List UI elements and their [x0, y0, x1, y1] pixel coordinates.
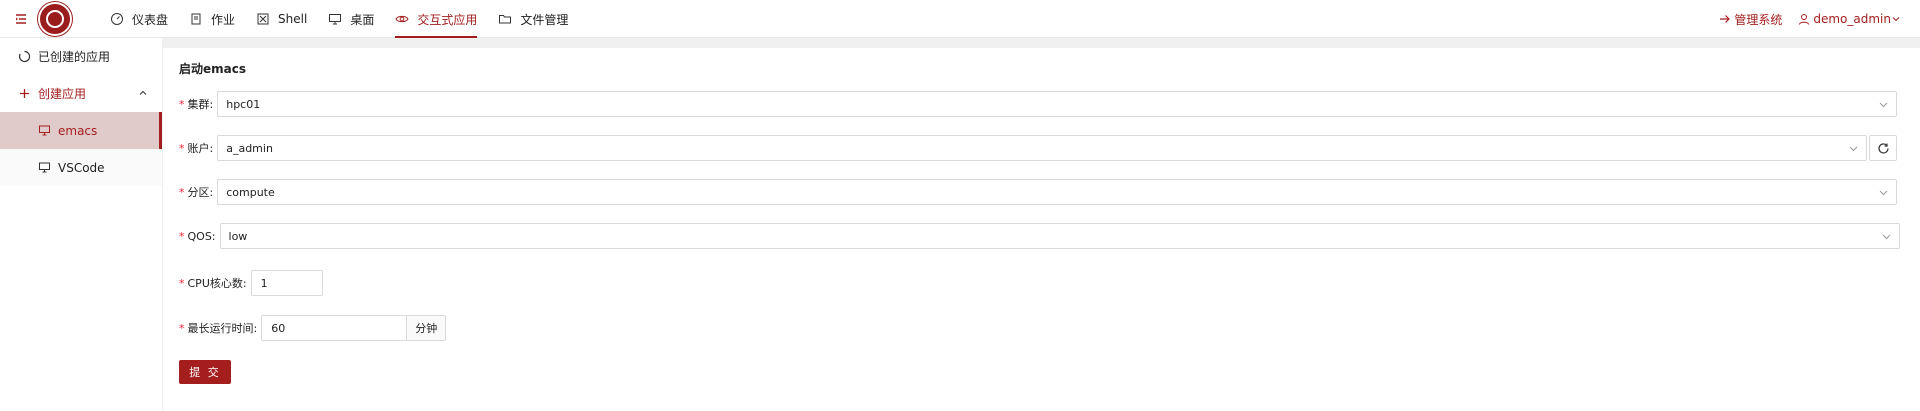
- sidebar-item-vscode[interactable]: VSCode: [0, 149, 162, 186]
- desktop-icon: [39, 162, 50, 173]
- sidebar: 已创建的应用 创建应用 emacs VSCode: [0, 38, 162, 411]
- nav-file-manager[interactable]: 文件管理: [488, 0, 579, 38]
- qos-label: * QOS:: [179, 229, 216, 243]
- menu-icon[interactable]: [14, 12, 28, 26]
- account-value: a_admin: [226, 141, 273, 155]
- account-row: * 账户: a_admin: [179, 135, 1898, 161]
- partition-row: * 分区: compute: [179, 179, 1898, 205]
- plus-icon: [20, 89, 29, 98]
- qos-value: low: [228, 229, 248, 243]
- cpu-label: * CPU核心数:: [179, 277, 247, 290]
- form-title: 启动emacs: [179, 62, 246, 76]
- job-icon: [191, 13, 201, 25]
- desktop-icon: [329, 14, 342, 25]
- qos-row: * QOS: low: [179, 223, 1900, 249]
- cluster-select[interactable]: hpc01: [217, 91, 1898, 117]
- max-time-unit: 分钟: [407, 315, 447, 341]
- main-nav: 仪表盘 作业 Shell 桌面 交互式应用 文件管理: [100, 0, 579, 38]
- folder-icon: [499, 15, 512, 24]
- top-header: 仪表盘 作业 Shell 桌面 交互式应用 文件管理 管理系统 demo_adm…: [0, 0, 1920, 38]
- admin-system-link[interactable]: 管理系统: [1719, 11, 1782, 28]
- nav-shell-label: Shell: [278, 12, 308, 26]
- arrow-right-icon: [1720, 15, 1731, 23]
- chevron-down-icon: [1849, 146, 1858, 152]
- chevron-down-icon: [1879, 190, 1888, 196]
- dashboard-icon: [111, 13, 123, 25]
- nav-dashboard-label: 仪表盘: [132, 12, 169, 27]
- max-time-label: * 最长运行时间:: [179, 322, 258, 335]
- qos-select[interactable]: low: [219, 223, 1900, 249]
- chevron-up-icon: [139, 90, 147, 95]
- sidebar-item-label: 创建应用: [38, 87, 87, 101]
- user-name: demo_admin: [1813, 12, 1891, 26]
- nav-shell[interactable]: Shell: [246, 0, 318, 38]
- launch-form-panel: 启动emacs * 集群: hpc01 * 账户: a_admin * 分区: com…: [163, 48, 1920, 411]
- shell-icon: [257, 13, 269, 25]
- cpu-cores-value: 1: [260, 276, 268, 290]
- sidebar-item-created-apps[interactable]: 已创建的应用: [0, 38, 162, 75]
- nav-interactive-apps-label: 交互式应用: [417, 12, 478, 27]
- nav-desktop[interactable]: 桌面: [318, 0, 385, 38]
- sidebar-item-label: 已创建的应用: [38, 50, 111, 64]
- max-time-row: * 最长运行时间: 60 分钟: [179, 315, 447, 341]
- max-time-input[interactable]: 60: [261, 315, 408, 341]
- nav-jobs[interactable]: 作业: [179, 0, 246, 38]
- partition-value: compute: [226, 185, 275, 199]
- sidebar-item-create-app[interactable]: 创建应用: [0, 75, 162, 112]
- university-logo[interactable]: [38, 2, 72, 36]
- refresh-icon: [1878, 142, 1889, 154]
- account-select[interactable]: a_admin: [217, 135, 1868, 161]
- nav-file-manager-label: 文件管理: [520, 12, 569, 27]
- cluster-row: * 集群: hpc01: [179, 91, 1898, 117]
- cluster-value: hpc01: [226, 97, 261, 111]
- partition-label: * 分区:: [179, 186, 214, 199]
- chevron-down-icon: [1879, 102, 1888, 108]
- refresh-accounts-button[interactable]: [1869, 135, 1898, 161]
- nav-jobs-label: 作业: [211, 12, 236, 27]
- cpu-cores-input[interactable]: 1: [250, 270, 323, 296]
- max-time-value: 60: [271, 321, 286, 335]
- user-menu[interactable]: demo_admin: [1798, 12, 1900, 26]
- loading-icon: [19, 50, 31, 63]
- cluster-label: * 集群:: [179, 98, 214, 111]
- chevron-down-icon: [1882, 234, 1890, 240]
- sidebar-item-emacs[interactable]: emacs: [0, 112, 162, 149]
- eye-icon: [395, 15, 409, 23]
- user-icon: [1799, 14, 1810, 25]
- sidebar-item-label: emacs: [58, 123, 98, 138]
- partition-select[interactable]: compute: [217, 179, 1898, 205]
- nav-interactive-apps[interactable]: 交互式应用: [385, 0, 488, 38]
- cpu-row: * CPU核心数: 1: [179, 270, 323, 296]
- chevron-down-icon: [1892, 17, 1900, 22]
- sidebar-item-label: VSCode: [58, 160, 105, 175]
- admin-system-label: 管理系统: [1734, 12, 1783, 27]
- nav-dashboard[interactable]: 仪表盘: [100, 0, 179, 38]
- header-right: 管理系统 demo_admin: [1719, 0, 1900, 38]
- account-label: * 账户:: [179, 142, 214, 155]
- desktop-icon: [39, 125, 50, 136]
- nav-desktop-label: 桌面: [350, 12, 375, 27]
- submit-button[interactable]: 提 交: [179, 360, 231, 384]
